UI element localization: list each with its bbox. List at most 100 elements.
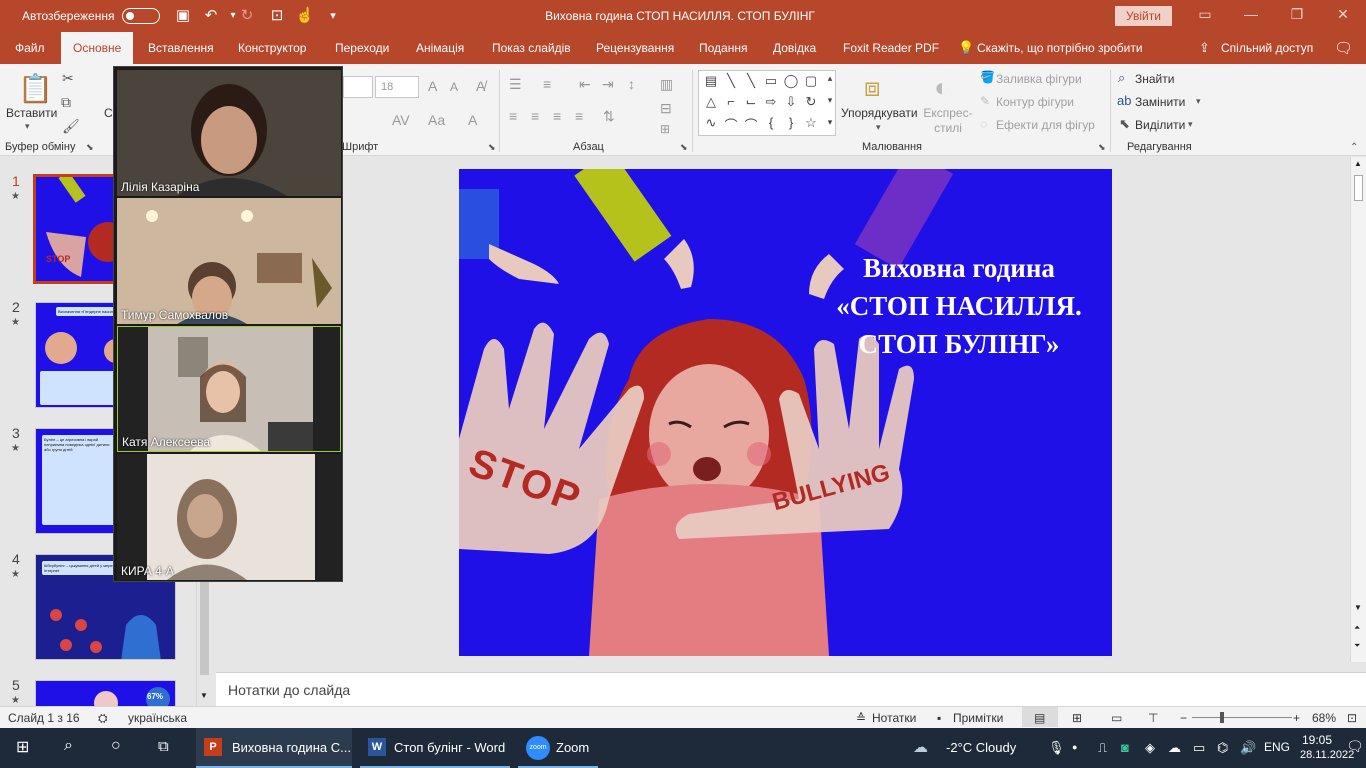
paste-button[interactable]: Вставити: [6, 106, 57, 120]
current-slide[interactable]: STOP BULLYING Виховна година «СТОП НАСИЛ…: [459, 169, 1112, 656]
elbow-shape-icon[interactable]: ⌙: [742, 94, 760, 110]
find-button[interactable]: Знайти: [1135, 72, 1174, 86]
autosave-toggle[interactable]: [122, 8, 160, 24]
quick-styles-button[interactable]: Експрес-стилі: [922, 106, 974, 136]
slide-sorter-icon[interactable]: ⊞: [1072, 711, 1082, 725]
replace-icon[interactable]: ab: [1117, 93, 1131, 108]
font-launcher-icon[interactable]: ⬊: [488, 142, 496, 153]
shape-fill-button[interactable]: Заливка фігури: [996, 72, 1082, 86]
right-arrow-shape-icon[interactable]: ⇨: [762, 94, 780, 110]
thumbnail-slide-5[interactable]: 67%: [35, 680, 176, 707]
undo-icon[interactable]: ↶: [200, 6, 222, 24]
zoom-participants-panel[interactable]: Лілія Казаріна Тимур Самохвалов Катя Але…: [113, 66, 343, 582]
gallery-more-icon[interactable]: ▾: [821, 117, 839, 128]
slideshow-view-icon[interactable]: ⊤: [1148, 711, 1158, 725]
minimize-icon[interactable]: —: [1236, 6, 1266, 22]
save-icon[interactable]: ▣: [172, 6, 194, 24]
shapes-gallery[interactable]: ▤ ╲ ╲ ▭ ◯ ▢ △ ⌐ ⌙ ⇨ ⇩ ↻ ∿ ⌒ ⌒ { } ☆ ▴ ▾ …: [698, 70, 836, 136]
reading-view-icon[interactable]: ▭: [1111, 711, 1122, 725]
font-color-icon[interactable]: A: [468, 112, 477, 128]
arrange-icon[interactable]: ⧈: [864, 72, 881, 104]
tab-help[interactable]: Довідка: [773, 41, 816, 55]
cut-icon[interactable]: ✂: [62, 70, 74, 87]
zoom-slider-thumb[interactable]: [1220, 712, 1224, 723]
close-icon[interactable]: ✕: [1328, 6, 1358, 23]
weather-icon[interactable]: ☁: [913, 738, 928, 756]
participant-tile[interactable]: Тимур Самохвалов: [117, 198, 341, 324]
share-button[interactable]: Спільний доступ: [1221, 41, 1313, 55]
fit-slide-icon[interactable]: ⊡: [1347, 711, 1357, 725]
participant-tile[interactable]: Лілія Казаріна: [117, 70, 341, 196]
participant-tile-active[interactable]: Катя Алексеева: [117, 326, 341, 452]
collapse-ribbon-icon[interactable]: ⌃: [1350, 142, 1358, 153]
network-icon[interactable]: ⌬: [1217, 740, 1228, 756]
signin-button[interactable]: Увійти: [1115, 6, 1172, 26]
paragraph-launcher-icon[interactable]: ⬊: [680, 142, 688, 153]
battery-icon[interactable]: ▭: [1193, 740, 1205, 756]
accessibility-icon[interactable]: ⛭: [98, 711, 108, 726]
tab-design[interactable]: Конструктор: [238, 41, 306, 55]
font-name-input[interactable]: [343, 76, 373, 98]
line-shape-icon[interactable]: ╲: [722, 73, 740, 89]
align-left-icon[interactable]: ≡: [509, 108, 517, 124]
comments-toggle-icon[interactable]: ▪: [937, 711, 941, 725]
select-button[interactable]: Виділити: [1135, 118, 1185, 132]
zoom-level[interactable]: 68%: [1312, 711, 1336, 725]
taskbar-app-powerpoint[interactable]: P Виховна година С...: [196, 728, 352, 768]
text-direction-icon[interactable]: ⇅: [603, 108, 615, 125]
format-painter-icon[interactable]: 🖌: [62, 118, 80, 135]
quick-styles-icon[interactable]: ◐: [934, 72, 950, 103]
replace-button[interactable]: Замінити: [1135, 95, 1185, 109]
search-icon[interactable]: ⌕: [64, 737, 73, 755]
language-indicator[interactable]: ENG: [1264, 740, 1290, 754]
shape-effects-button[interactable]: Ефекти для фігур: [996, 118, 1095, 132]
oval-shape-icon[interactable]: ◯: [782, 73, 800, 89]
shape-effects-icon[interactable]: ◌: [980, 117, 987, 131]
app-tray-icon[interactable]: ◙: [1121, 740, 1129, 755]
notifications-icon[interactable]: 🗨: [1346, 738, 1364, 755]
comments-toggle[interactable]: Примітки: [953, 711, 1003, 725]
decrease-indent-icon[interactable]: ⇤: [579, 76, 591, 93]
tab-slideshow[interactable]: Показ слайдів: [492, 41, 571, 55]
find-icon[interactable]: ⌕: [1118, 70, 1125, 86]
tab-animations[interactable]: Анімація: [416, 41, 464, 55]
scroll-down-icon[interactable]: ▼: [1354, 603, 1362, 612]
align-text-icon[interactable]: ⊟: [660, 100, 672, 117]
language-indicator[interactable]: українська: [128, 711, 187, 725]
redo-icon[interactable]: ↻: [236, 6, 258, 24]
align-right-icon[interactable]: ≡: [553, 108, 561, 124]
gallery-down-icon[interactable]: ▾: [821, 95, 839, 106]
change-case-icon[interactable]: Aa: [428, 112, 445, 128]
smartart-icon[interactable]: ⊞: [660, 122, 670, 136]
volume-icon[interactable]: 🔊: [1240, 740, 1256, 756]
curve-arrow-shape-icon[interactable]: ↻: [802, 94, 820, 110]
font-size-input[interactable]: 18: [375, 76, 419, 98]
copy-icon[interactable]: ⧉: [61, 94, 71, 111]
present-icon[interactable]: ⊡: [266, 6, 288, 24]
numbering-icon[interactable]: ≡: [543, 76, 551, 92]
zoom-slider-track[interactable]: [1192, 717, 1292, 718]
zoom-tray-icon[interactable]: ●: [1072, 742, 1077, 752]
tab-home[interactable]: Основне: [61, 32, 134, 64]
clear-format-icon[interactable]: A̸: [476, 78, 485, 94]
scroll-down-icon[interactable]: ▼: [200, 691, 208, 700]
star-shape-icon[interactable]: ☆: [802, 115, 820, 131]
comments-icon[interactable]: 🗨: [1334, 39, 1353, 57]
connector-shape-icon[interactable]: ⌐: [722, 94, 740, 109]
weather-text[interactable]: -2°C Cloudy: [946, 740, 1016, 755]
prev-slide-icon[interactable]: ⏶: [1354, 623, 1360, 633]
zoom-in-icon[interactable]: +: [1293, 711, 1300, 725]
tab-insert[interactable]: Вставлення: [148, 41, 214, 55]
windows-start-icon[interactable]: ⊞: [16, 737, 29, 757]
grow-font-icon[interactable]: A: [428, 78, 437, 94]
shrink-font-icon[interactable]: A: [450, 80, 458, 94]
paste-icon[interactable]: 📋: [18, 72, 53, 105]
arc2-shape-icon[interactable]: ⌒: [742, 115, 760, 134]
notes-toggle-icon[interactable]: ≙: [856, 711, 866, 725]
touch-mode-icon[interactable]: ☝: [294, 6, 316, 24]
zoom-out-icon[interactable]: −: [1180, 711, 1187, 725]
drawing-launcher-icon[interactable]: ⬊: [1098, 142, 1106, 153]
arc-shape-icon[interactable]: ⌒: [722, 115, 740, 134]
char-spacing-icon[interactable]: AV: [392, 112, 410, 128]
notes-pane[interactable]: Нотатки до слайда: [216, 672, 1366, 706]
